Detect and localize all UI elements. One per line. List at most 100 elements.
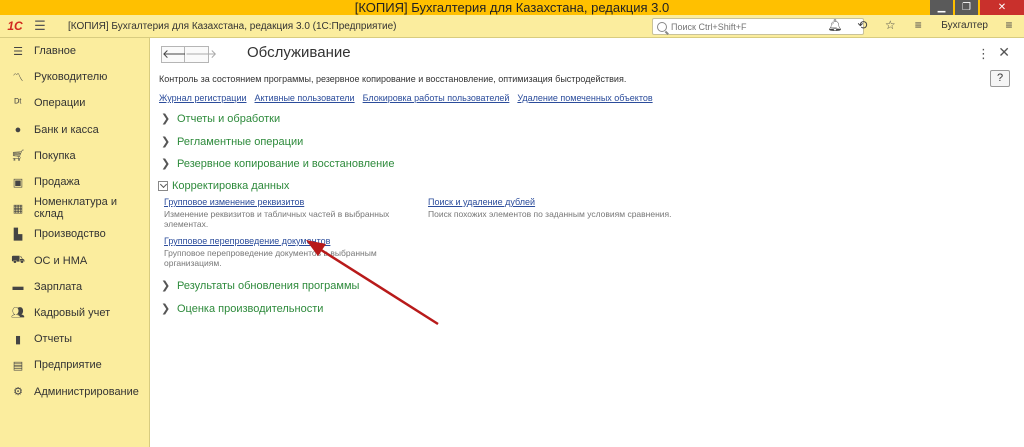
truck-icon: ⛟ [11,253,25,266]
history-icon[interactable]: ⟲ [855,18,869,32]
user-list-icon[interactable]: ≡ [911,18,925,32]
item-description: Изменение реквизитов и табличных частей … [164,209,389,229]
star-icon[interactable]: ☆ [883,18,897,32]
operations-icon: ᴰᵗ [14,97,22,110]
link-event-log[interactable]: Журнал регистрации [159,93,247,103]
sidebar-item-label: Кадровый учет [34,306,111,319]
sidebar-item-label: ОС и НМА [34,254,88,267]
group-label: Резервное копирование и восстановление [177,157,395,170]
group-routine[interactable]: ❯ Регламентные операции [161,135,303,149]
sidebar-item-label: Предприятие [34,359,102,372]
sidebar-item-label: Покупка [34,149,76,162]
appbar-tools: 🔔︎ ⟲ ☆ ≡ Бухгалтер ≡ [827,18,1016,32]
search-input[interactable] [671,21,851,32]
link-group-change[interactable]: Групповое изменение реквизитов [164,197,389,207]
group-label: Результаты обновления программы [177,279,360,292]
item-dup-search: Поиск и удаление дублей Поиск похожих эл… [428,197,672,219]
sidebar-item-label: Операции [34,97,86,110]
sidebar-item-admin[interactable]: ⚙ Администрирование [0,378,149,404]
menu-icon: ☰ [13,45,23,58]
chevron-right-icon: ❯ [161,158,171,170]
main-content: 🡐 🡒 Обслуживание ⋮ ✕ ? Контроль за состо… [151,38,1024,447]
sidebar-item-label: Руководителю [34,71,108,84]
sidebar-item-label: Отчеты [34,333,73,346]
sidebar-item-hr[interactable]: 👥︎ Кадровый учет [0,300,149,326]
sidebar-item-label: Продажа [34,176,80,189]
gear-icon: ⚙ [13,386,23,399]
people-icon: 👥︎ [11,307,25,320]
sidebar-item-operations[interactable]: ᴰᵗ Операции [0,90,149,116]
minimize-button[interactable]: ▁ [930,0,953,15]
close-page-icon[interactable]: ✕ [998,44,1010,61]
group-label: Оценка производительности [177,302,324,315]
group-reports[interactable]: ❯ Отчеты и обработки [161,112,281,126]
chevron-right-icon: ❯ [161,136,171,148]
sidebar-item-warehouse[interactable]: ▦ Номенклатура и склад [0,195,149,221]
group-backup[interactable]: ❯ Резервное копирование и восстановление [161,157,395,171]
money-icon: ▬ [12,280,24,293]
sidebar-item-production[interactable]: ▙ Производство [0,221,149,247]
forward-button[interactable]: 🡒 [185,46,217,63]
chevron-right-icon: ❯ [161,280,171,292]
sidebar-item-salary[interactable]: ▬ Зарплата [0,274,149,300]
desc-line: Групповое перепроведение документов в вы… [164,248,377,258]
bank-icon: ● [14,123,22,136]
chevron-right-icon: ❯ [161,303,171,315]
sidebar-item-main[interactable]: ☰ Главное [0,38,149,64]
sidebar-item-label: Производство [34,228,106,241]
sidebar-item-label: Главное [34,45,77,58]
group-correction[interactable]: Корректировка данных [158,180,289,192]
quick-links: Журнал регистрации Активные пользователи… [159,93,653,103]
item-description: Групповое перепроведение документов в вы… [164,248,377,268]
link-dup-search[interactable]: Поиск и удаление дублей [428,197,672,207]
current-user[interactable]: Бухгалтер [941,20,988,31]
item-group-repost: Групповое перепроведение документов Груп… [164,236,377,268]
link-delete-marked[interactable]: Удаление помеченных объектов [517,93,652,103]
navigation-buttons: 🡐 🡒 [161,46,217,63]
desc-line: организациям. [164,258,222,268]
more-options-icon[interactable]: ⋮ [977,46,990,62]
link-user-lock[interactable]: Блокировка работы пользователей [363,93,510,103]
app-title: [КОПИЯ] Бухгалтерия для Казахстана, реда… [68,20,397,32]
page-title: Обслуживание [247,44,351,61]
sidebar-item-purchase[interactable]: 🛒︎ Покупка [0,143,149,169]
app-bar: 1С ☰ [КОПИЯ] Бухгалтерия для Казахстана,… [0,15,1024,38]
trend-icon: 〽 [12,72,24,85]
item-group-change: Групповое изменение реквизитов Изменение… [164,197,389,229]
sidebar-item-label: Зарплата [34,280,83,293]
enterprise-icon: ▤ [12,359,24,372]
group-label: Корректировка данных [172,180,290,192]
group-updates[interactable]: ❯ Результаты обновления программы [161,279,360,293]
link-active-users[interactable]: Активные пользователи [255,93,355,103]
group-label: Отчеты и обработки [177,112,281,125]
sidebar-item-label: Администрирование [34,385,139,398]
chevron-down-icon [158,181,168,191]
settings-menu-icon[interactable]: ≡ [1002,18,1016,32]
window-title: [КОПИЯ] Бухгалтерия для Казахстана, реда… [354,0,670,15]
sidebar-item-label: Номенклатура и склад [33,196,117,221]
warehouse-icon: ▦ [12,202,24,215]
reports-icon: ▮ [14,333,22,346]
desc-line: Изменение реквизитов и табличных частей … [164,209,390,219]
cart-icon: 🛒︎ [11,150,25,163]
sidebar-item-director[interactable]: 〽 Руководителю [0,64,149,90]
help-button[interactable]: ? [990,70,1010,87]
back-button[interactable]: 🡐 [161,46,194,63]
restore-button[interactable]: ❐ [955,0,978,15]
app-logo: 1С [7,19,23,33]
group-performance[interactable]: ❯ Оценка производительности [161,302,324,316]
bag-icon: ▣ [12,176,24,189]
hamburger-menu-icon[interactable]: ☰ [30,18,50,34]
sidebar-item-sales[interactable]: ▣ Продажа [0,169,149,195]
sidebar-item-reports[interactable]: ▮ Отчеты [0,326,149,352]
sidebar-item-assets[interactable]: ⛟ ОС и НМА [0,248,149,274]
bell-icon[interactable]: 🔔︎ [827,18,842,32]
search-icon [657,21,667,32]
link-group-repost[interactable]: Групповое перепроведение документов [164,236,377,246]
sidebar-item-bank[interactable]: ● Банк и касса [0,117,149,143]
sidebar-item-label: Банк и касса [34,123,99,136]
window-controls: ▁ ❐ ✕ [928,0,1024,15]
sidebar-item-enterprise[interactable]: ▤ Предприятие [0,352,149,378]
factory-icon: ▙ [13,228,23,241]
close-window-button[interactable]: ✕ [980,0,1024,15]
